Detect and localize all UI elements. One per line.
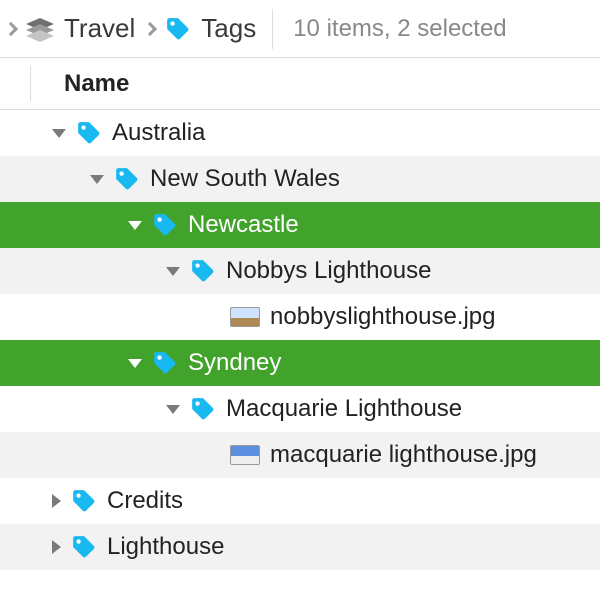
tree-row-label: New South Wales xyxy=(150,165,340,193)
tag-icon xyxy=(190,396,216,422)
tree-row-nsw[interactable]: New South Wales xyxy=(0,156,600,202)
tree-row-label: Australia xyxy=(112,119,205,147)
column-header-label: Name xyxy=(64,70,129,98)
tree-row-label: nobbyslighthouse.jpg xyxy=(270,303,496,331)
tag-tree: Australia New South Wales Newcastle Nobb… xyxy=(0,110,600,570)
tree-row-macquarie[interactable]: Macquarie Lighthouse xyxy=(0,386,600,432)
image-thumbnail-icon xyxy=(230,307,260,327)
tag-icon xyxy=(190,258,216,284)
tag-icon xyxy=(71,488,97,514)
disclosure-triangle-icon[interactable] xyxy=(52,494,61,508)
tree-row-label: Macquarie Lighthouse xyxy=(226,395,462,423)
status-text: 10 items, 2 selected xyxy=(293,15,506,43)
breadcrumb-parent[interactable]: Travel xyxy=(64,13,135,44)
stack-icon xyxy=(26,18,54,40)
tree-row-label: Credits xyxy=(107,487,183,515)
chevron-right-icon xyxy=(143,21,157,35)
disclosure-triangle-icon[interactable] xyxy=(166,405,180,414)
tree-row-label: Nobbys Lighthouse xyxy=(226,257,431,285)
tree-row-lighthouse[interactable]: Lighthouse xyxy=(0,524,600,570)
tag-icon xyxy=(114,166,140,192)
tag-icon xyxy=(152,350,178,376)
disclosure-triangle-icon[interactable] xyxy=(52,540,61,554)
tree-row-australia[interactable]: Australia xyxy=(0,110,600,156)
tree-row-sydney[interactable]: Syndney xyxy=(0,340,600,386)
tree-row-newcastle[interactable]: Newcastle xyxy=(0,202,600,248)
column-header-name[interactable]: Name xyxy=(0,58,600,110)
disclosure-triangle-icon[interactable] xyxy=(128,359,142,368)
tree-row-nobbys-file[interactable]: nobbyslighthouse.jpg xyxy=(0,294,600,340)
tree-row-label: Newcastle xyxy=(188,211,299,239)
tree-row-credits[interactable]: Credits xyxy=(0,478,600,524)
tag-icon xyxy=(71,534,97,560)
breadcrumb-current[interactable]: Tags xyxy=(201,13,256,44)
tag-icon xyxy=(165,16,191,42)
disclosure-triangle-icon[interactable] xyxy=(166,267,180,276)
breadcrumb-bar: Travel Tags 10 items, 2 selected xyxy=(0,0,600,58)
chevron-right-icon xyxy=(4,21,18,35)
disclosure-triangle-icon[interactable] xyxy=(90,175,104,184)
tag-icon xyxy=(76,120,102,146)
tree-row-nobbys[interactable]: Nobbys Lighthouse xyxy=(0,248,600,294)
tree-row-macquarie-file[interactable]: macquarie lighthouse.jpg xyxy=(0,432,600,478)
tree-row-label: Lighthouse xyxy=(107,533,224,561)
image-thumbnail-icon xyxy=(230,445,260,465)
disclosure-triangle-icon[interactable] xyxy=(128,221,142,230)
tree-row-label: macquarie lighthouse.jpg xyxy=(270,441,537,469)
disclosure-triangle-icon[interactable] xyxy=(52,129,66,138)
tag-icon xyxy=(152,212,178,238)
tree-row-label: Syndney xyxy=(188,349,281,377)
divider xyxy=(272,9,273,49)
